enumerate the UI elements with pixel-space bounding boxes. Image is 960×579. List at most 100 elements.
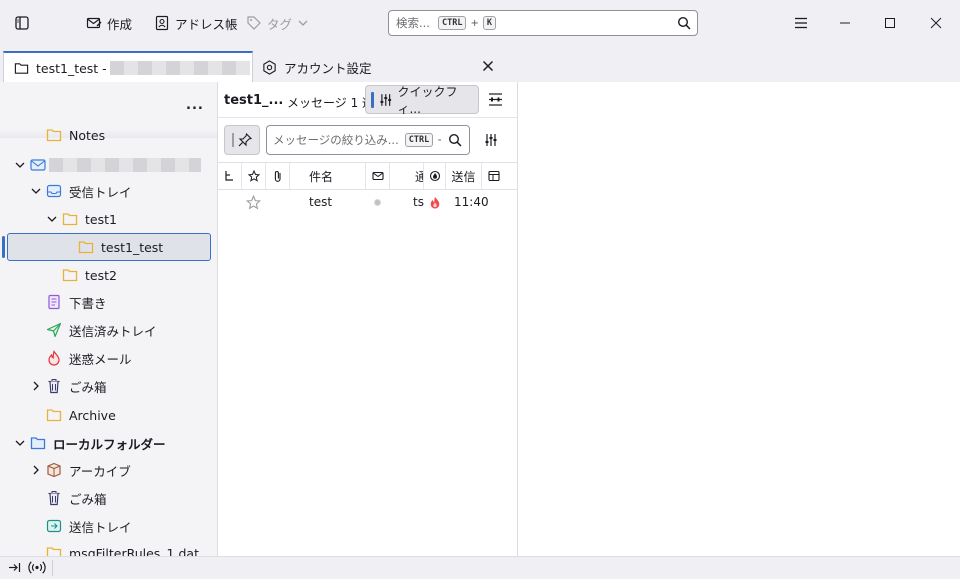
folder-label: 送信トレイ bbox=[69, 519, 132, 535]
message-row[interactable]: test ts 11:40 bbox=[218, 191, 518, 215]
folder-sent[interactable]: 送信済みトレイ bbox=[0, 317, 218, 343]
column-picker[interactable] bbox=[482, 163, 506, 189]
filter-placeholder: メッセージの絞り込み... bbox=[273, 133, 399, 147]
folder-test2[interactable]: test2 bbox=[0, 262, 218, 288]
sticky-filter-button[interactable] bbox=[224, 125, 260, 155]
message-date: 11:40 bbox=[454, 195, 489, 209]
sticky-indicator bbox=[232, 133, 234, 147]
folder-icon bbox=[14, 63, 29, 74]
folder-local-archive[interactable]: アーカイブ bbox=[0, 457, 218, 483]
folder-filter-rules[interactable]: msgFilterRules_1.dat bbox=[0, 541, 218, 556]
column-junk[interactable] bbox=[424, 163, 446, 189]
minimize-icon bbox=[840, 22, 850, 24]
quick-filter-button[interactable]: クイックフィ... bbox=[365, 84, 479, 116]
folder-label: msgFilterRules_1.dat bbox=[69, 546, 199, 556]
app-menu-button[interactable] bbox=[786, 8, 816, 38]
folder-icon bbox=[78, 239, 94, 255]
folder-label: ごみ箱 bbox=[69, 491, 107, 507]
online-status-button[interactable] bbox=[28, 560, 46, 578]
column-subject[interactable]: 件名 bbox=[290, 163, 366, 189]
search-icon[interactable] bbox=[677, 16, 691, 30]
chevron-down-icon[interactable] bbox=[14, 159, 26, 171]
close-window-button[interactable] bbox=[921, 8, 951, 38]
compose-label: 作成 bbox=[107, 16, 133, 32]
search-shortcut-key-2: K bbox=[482, 16, 496, 30]
address-book-icon bbox=[155, 15, 169, 31]
folder-test1-test[interactable]: test1_test bbox=[0, 234, 218, 260]
column-attachment[interactable] bbox=[266, 163, 290, 189]
filter-search-button[interactable] bbox=[441, 126, 469, 154]
tab-mail[interactable]: test1_test - bbox=[3, 51, 253, 83]
compose-icon bbox=[86, 17, 102, 29]
address-book-label: アドレス帳 bbox=[175, 16, 238, 32]
message-subject: test bbox=[309, 195, 333, 209]
compose-button[interactable]: 作成 bbox=[86, 9, 132, 37]
star-icon bbox=[245, 194, 262, 210]
tag-icon bbox=[247, 16, 261, 30]
online-signal-icon bbox=[28, 561, 46, 574]
quick-filter-label: クイックフィ... bbox=[397, 84, 458, 116]
folder-icon bbox=[46, 127, 62, 143]
folder-label: test1_test bbox=[101, 239, 164, 255]
folder-icon bbox=[62, 267, 78, 283]
chevron-right-icon[interactable] bbox=[30, 464, 42, 476]
address-book-button[interactable]: アドレス帳 bbox=[154, 9, 238, 37]
junk-fire-icon[interactable] bbox=[429, 195, 441, 213]
folder-outbox[interactable]: 送信トレイ bbox=[0, 513, 218, 539]
chevron-right-icon[interactable] bbox=[30, 380, 42, 392]
tag-label: タグ bbox=[267, 16, 293, 32]
chevron-down-icon[interactable] bbox=[30, 185, 42, 197]
maximize-button[interactable] bbox=[875, 8, 905, 38]
settings-icon bbox=[263, 59, 276, 75]
folder-pane-toggle-button[interactable] bbox=[12, 9, 32, 37]
column-thread[interactable] bbox=[218, 163, 242, 189]
read-status-dot-icon[interactable] bbox=[374, 199, 381, 206]
column-date-label: 送信 bbox=[451, 169, 476, 184]
tab-account-settings[interactable]: アカウント設定 bbox=[262, 53, 502, 81]
folder-notes[interactable]: Notes bbox=[0, 122, 218, 148]
message-list-header: test1_... メッセージ 1 通 クイックフィ... bbox=[218, 82, 518, 118]
chevron-down-icon[interactable] bbox=[14, 437, 26, 449]
folder-archive[interactable]: Archive bbox=[0, 402, 218, 428]
collapse-spaces-button[interactable] bbox=[8, 561, 21, 577]
column-date[interactable]: 送信 bbox=[446, 163, 482, 189]
tab-close-button[interactable] bbox=[478, 56, 498, 76]
column-correspondent[interactable]: 通 bbox=[390, 163, 424, 189]
message-count: メッセージ 1 通 bbox=[287, 96, 375, 110]
folder-label: test1 bbox=[85, 211, 117, 227]
chevron-down-icon[interactable] bbox=[46, 213, 58, 225]
archive-box-icon bbox=[46, 462, 62, 478]
minimize-button[interactable] bbox=[830, 8, 860, 38]
global-search-input[interactable]: 検索... CTRL + K bbox=[388, 10, 698, 36]
hamburger-menu-icon bbox=[795, 17, 807, 29]
folder-test1[interactable]: test1 bbox=[0, 206, 218, 232]
folder-inbox[interactable]: 受信トレイ bbox=[0, 178, 218, 204]
folder-local-trash[interactable]: ごみ箱 bbox=[0, 485, 218, 511]
filter-shortcut-key-1: CTRL bbox=[404, 133, 434, 147]
folder-junk[interactable]: 迷惑メール bbox=[0, 345, 218, 371]
folder-drafts[interactable]: 下書き bbox=[0, 289, 218, 315]
redacted-account-name bbox=[109, 61, 250, 75]
star-toggle[interactable] bbox=[245, 194, 262, 213]
local-folders-icon bbox=[30, 435, 46, 451]
list-display-options-button[interactable] bbox=[488, 92, 503, 110]
folder-label: test2 bbox=[85, 267, 117, 283]
mail-account-icon bbox=[30, 157, 46, 173]
search-icon bbox=[448, 133, 462, 147]
tag-button[interactable]: タグ bbox=[246, 9, 309, 37]
folder-pane-more-button[interactable]: ... bbox=[186, 98, 204, 113]
column-star[interactable] bbox=[242, 163, 266, 189]
account-local-folders[interactable]: ローカルフォルダー bbox=[0, 430, 218, 456]
quick-filter-active-indicator bbox=[371, 91, 374, 108]
column-read-status[interactable] bbox=[366, 163, 390, 189]
tab-mail-label: test1_test - bbox=[36, 60, 107, 76]
folder-trash[interactable]: ごみ箱 bbox=[0, 373, 218, 399]
message-filter-input[interactable]: メッセージの絞り込み... CTRL + S bbox=[266, 125, 470, 155]
folder-label: Notes bbox=[69, 127, 106, 143]
thread-icon bbox=[224, 171, 233, 181]
account-imap[interactable] bbox=[0, 152, 218, 178]
junk-fire-icon bbox=[46, 350, 62, 366]
close-icon bbox=[482, 60, 494, 72]
filter-sliders-icon bbox=[485, 134, 497, 146]
filter-options-button[interactable] bbox=[484, 133, 498, 150]
